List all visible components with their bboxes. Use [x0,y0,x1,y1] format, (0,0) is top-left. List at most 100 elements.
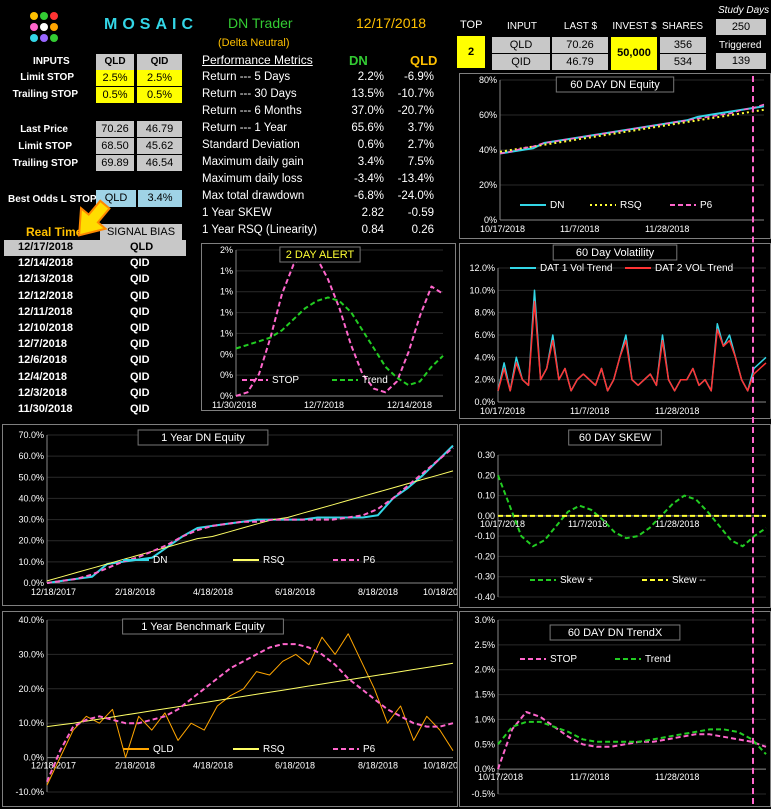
metric-dn: -3.4% [353,173,384,185]
signal-row[interactable]: 12/6/2018 QID [4,353,186,369]
panel-skew-60: -0.40 -0.30 -0.20 -0.10 0.00 0.10 0.20 0.30 10/1… [459,424,771,608]
logo-text: MOSAIC [104,16,198,33]
legend-label: Trend [645,654,671,665]
chart-title: 60 DAY DN Equity [570,79,660,91]
metric-label: 1 Year RSQ (Linearity) [202,224,318,236]
panel-benchmark-1y: -10.0% 0.0% 10.0% 20.0% 30.0% 40.0% 12/18/2017… [2,611,468,807]
metric-label: 1 Year SKEW [202,207,272,219]
x-tick-label: 8/18/2018 [358,761,398,771]
trailing-stop-qid-input[interactable]: 0.5% [137,87,182,103]
legend-label: P6 [363,744,376,755]
price-limit-stop-label: Limit STOP [18,141,72,152]
panel-two-day-alert: 0% 0% 0% 1% 1% 1% 1% 2% 11/30/2018 12/7/2018 12/14… [201,243,456,411]
legend-label: DN [550,200,564,211]
limit-stop-qld-input[interactable]: 2.5% [96,70,134,86]
chart-dn-trendx-60: -0.5%0.0%0.5%1.0%1.5%2.0%2.5%3.0%10/17/2… [471,615,767,799]
invest-row2-input: QID [492,54,550,70]
y-tick-label: 0.30 [477,450,495,460]
chart-title: 60 Day Volatility [576,247,655,259]
chart-title: 1 Year Benchmark Equity [141,621,265,633]
invest-row1-shares: 356 [660,37,706,53]
y-tick-label: 40.0% [18,493,44,503]
arrow-down-icon [70,198,114,242]
legend-label: DAT 2 VOL Trend [655,263,733,274]
current-date-marker [752,76,754,804]
metric-dn: 13.5% [351,88,384,100]
x-tick-label: 11/7/2018 [560,224,599,234]
trailing-stop-qld-input[interactable]: 0.5% [96,87,134,103]
signal-row[interactable]: 12/13/2018 QID [4,272,186,288]
metric-dn: 0.6% [357,139,384,151]
metric-qld: 3.7% [407,122,434,134]
signal-row[interactable]: 12/11/2018 QID [4,305,186,321]
invest-amount[interactable]: 50,000 [611,37,657,70]
header-date: 12/17/2018 [356,15,427,31]
signal-bias: QID [130,370,150,383]
legend-label: P6 [363,555,376,566]
invest-header-invest: INVEST $ [612,21,657,32]
y-tick-label: 1.5% [474,690,495,700]
series-line-dn [46,444,454,584]
metric-qld: 0.26 [411,224,434,236]
limit-stop-qid-input[interactable]: 2.5% [137,70,182,86]
metric-qld: -10.7% [397,88,434,100]
y-tick-label: 3.0% [474,615,495,625]
signal-row[interactable]: 12/17/2018 QLD [4,240,186,257]
y-tick-label: 6.0% [474,330,495,340]
metric-qld: 7.5% [407,156,434,168]
metric-qld: -0.59 [407,207,434,219]
x-tick-label: 8/18/2018 [358,587,398,597]
x-tick-label: 4/18/2018 [193,761,233,771]
price-trailing-stop-label: Trailing STOP [12,158,78,169]
series-line-p6 [46,446,454,584]
metric-label: Return --- 6 Months [202,105,302,117]
y-tick-label: -0.20 [474,551,495,561]
chart-title: 60 DAY DN TrendX [568,627,663,639]
chart-title: 2 DAY ALERT [286,249,355,261]
app-subtitle: (Delta Neutral) [218,37,290,49]
panel-dn-equity-60: 0% 20% 40% 60% 80% 10/17/2018 11/7/2018 11/28/2… [459,73,771,239]
metric-row: Return --- 30 Days 13.5% -10.7% [202,87,452,104]
top-value[interactable]: 2 [457,36,485,68]
x-tick-label: 10/17/2018 [480,224,525,234]
chart-dn-equity-60: 0%20%40%60%80%10/17/2018 11/7/2018 11/28/2… [479,75,765,234]
signal-row[interactable]: 12/7/2018 QID [4,337,186,353]
x-tick-label: 10/17/2018 [480,519,525,529]
signal-date: 12/10/2018 [18,321,74,334]
invest-header-last: LAST $ [563,21,598,32]
metric-row: Standard Deviation 0.6% 2.7% [202,138,452,155]
x-tick-label: 11/28/2018 [655,406,699,416]
metric-qld: -6.9% [403,71,434,83]
y-tick-label: 30.0% [18,649,44,659]
metric-label: Standard Deviation [202,139,300,151]
y-tick-label: 1% [220,328,233,338]
signal-row[interactable]: 12/14/2018 QID [4,256,186,272]
signal-bias: QID [130,257,150,270]
signal-row[interactable]: 12/3/2018 QID [4,386,186,402]
legend-label: P6 [700,200,713,211]
invest-row1-input: QLD [492,37,550,53]
metric-label: Return --- 30 Days [202,88,297,100]
signal-row[interactable]: 12/4/2018 QID [4,370,186,386]
signal-row[interactable]: 12/12/2018 QID [4,289,186,305]
y-tick-label: 0.20 [477,470,495,480]
metrics-list: Return --- 5 Days 2.2% -6.9% Return --- 30 … [202,70,452,240]
metric-row: Max total drawdown -6.8% -24.0% [202,189,452,206]
metrics-col-qld: QLD [410,53,438,68]
signal-bias: QID [130,338,150,351]
metric-label: Return --- 5 Days [202,71,291,83]
metrics-title: Performance Metrics [202,53,313,67]
y-tick-label: 2.5% [474,640,495,650]
metric-qld: -24.0% [397,190,434,202]
signal-row[interactable]: 11/30/2018 QID [4,402,186,418]
y-tick-label: -0.30 [474,572,495,582]
study-days-value[interactable]: 250 [716,19,766,35]
signal-date: 12/4/2018 [18,370,67,383]
signal-row[interactable]: 12/10/2018 QID [4,321,186,337]
mosaic-logo-icon [28,10,72,44]
signal-bias: QID [130,305,150,318]
chart-dn-equity-1y: 0.0%10.0%20.0%30.0%40.0%50.0%60.0%70.0%1… [18,429,468,597]
triggered-value: 139 [716,53,766,69]
legend-label: RSQ [620,200,642,211]
y-tick-label: -0.10 [474,531,495,541]
